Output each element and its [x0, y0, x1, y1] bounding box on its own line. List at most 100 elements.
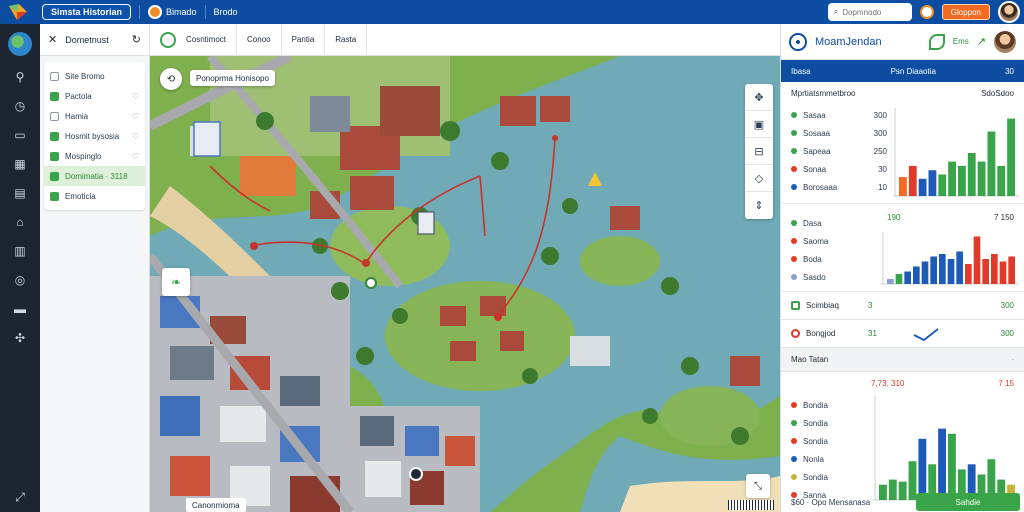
building-icon[interactable]: ⌂ — [0, 207, 40, 236]
layer-item[interactable]: Site Bromo — [44, 66, 145, 86]
recenter-icon[interactable]: ⟲ — [160, 68, 182, 90]
panel-title: MoamJendan — [815, 35, 882, 48]
map-tab[interactable]: Rasta — [325, 23, 368, 56]
legend-item[interactable]: Sosaaa 300 — [791, 124, 887, 142]
chart-bar — [918, 178, 927, 196]
layer-checkbox[interactable] — [50, 151, 59, 161]
refresh-icon[interactable]: ↻ — [132, 33, 141, 46]
layer-checkbox[interactable] — [50, 191, 59, 201]
target-icon — [789, 32, 807, 51]
layer-checkbox[interactable] — [50, 91, 59, 101]
map-canvas[interactable]: ⟲ Ponoprma Honisopo ❧ ✥ ▣ ⊟ ◇ ⇕ Canonmio… — [150, 56, 780, 512]
heart-icon[interactable]: ♡ — [132, 92, 139, 101]
legend-item[interactable]: Sasaa 300 — [791, 106, 887, 124]
report-icon[interactable]: ▤ — [0, 178, 40, 207]
app-logo-icon[interactable] — [0, 0, 36, 24]
chart-icon[interactable]: ▥ — [0, 236, 40, 265]
tag-icon[interactable]: ◇ — [745, 165, 773, 192]
legend-list: Sasaa 300 Sosaaa 300 Sapeaa 250 Sonaa 30 Bor… — [791, 106, 887, 196]
layer-label: Mospinglo — [65, 151, 102, 161]
kpi-row[interactable]: Bongjod 31 300 — [781, 320, 1024, 348]
header-divider — [204, 5, 206, 19]
chart-bar — [930, 256, 937, 284]
strip-label: Mao Tatan — [791, 355, 829, 364]
refresh-circle-icon[interactable] — [160, 31, 176, 48]
panel-avatar[interactable] — [994, 30, 1016, 53]
arrow-icon[interactable]: ↗ — [977, 35, 986, 48]
layer-item[interactable]: Pactola ♡ — [44, 86, 145, 106]
folder-icon[interactable]: ▬ — [0, 294, 40, 323]
footer-action-button[interactable]: Sahdie — [916, 493, 1020, 511]
app-title[interactable]: Simsta Historian — [42, 4, 132, 20]
network-icon[interactable]: ✣ — [0, 323, 40, 352]
layer-checkbox[interactable] — [50, 131, 59, 141]
chart-bar — [948, 161, 956, 196]
clock-icon[interactable]: ◷ — [0, 91, 40, 120]
chart-bar — [948, 433, 956, 500]
heart-icon[interactable]: ♡ — [132, 152, 139, 161]
section-value-b: 7 150 — [993, 212, 1014, 222]
section-strip[interactable]: Mao Tatan · — [781, 348, 1024, 372]
globe-icon[interactable] — [8, 32, 32, 56]
header-action-button[interactable]: Gloppon — [941, 4, 990, 20]
collapse-icon[interactable]: ⤢ — [0, 483, 40, 512]
legend-item[interactable]: Boda — [791, 250, 887, 268]
legend-item[interactable]: Sasdo — [791, 268, 887, 286]
search-input[interactable] — [842, 7, 899, 17]
layer-checkbox[interactable] — [50, 171, 59, 181]
layer-checkbox[interactable] — [50, 71, 59, 81]
eye-icon[interactable]: ◎ — [0, 265, 40, 294]
map-callout[interactable]: Ponoprma Honisopo — [190, 70, 275, 86]
footer-text: $60 · Opo Mensanasa — [791, 497, 871, 507]
ruler-icon[interactable]: ▭ — [0, 120, 40, 149]
legend-label: Sapeaa — [803, 146, 831, 156]
bar-chart-3 — [873, 396, 1019, 501]
layer-item[interactable]: Emoticia — [44, 186, 145, 206]
section-value-a: 7,73, 310 — [871, 378, 905, 388]
user-avatar[interactable] — [998, 1, 1020, 23]
layer-item-active[interactable]: Domimatia · 3118 — [44, 166, 145, 186]
chart-bar — [977, 161, 986, 196]
layer-item[interactable]: Hamia ♡ — [44, 106, 145, 126]
map-tab[interactable]: Cosntimoct — [176, 23, 238, 56]
legend-item[interactable]: Sapeaa 250 — [791, 142, 887, 160]
header-divider — [139, 5, 141, 19]
legend-item[interactable]: Borosaaa 10 — [791, 178, 887, 196]
move-icon[interactable]: ✥ — [745, 84, 773, 111]
legend-item[interactable]: Dasa — [791, 214, 887, 232]
layer-item[interactable]: Hosmit bysosia ♡ — [44, 126, 145, 146]
chart-bar — [913, 266, 920, 284]
chart-bar — [939, 254, 946, 284]
map-tab[interactable]: Pantia — [282, 23, 326, 56]
heart-icon[interactable]: ♡ — [132, 132, 139, 141]
leaf-icon[interactable]: ❧ — [162, 268, 190, 296]
leaf-icon[interactable] — [928, 33, 945, 50]
layer-square-icon[interactable]: ▣ — [745, 111, 773, 138]
layer-checkbox[interactable] — [50, 111, 59, 121]
header-link-bimado[interactable]: Bimado — [148, 5, 197, 19]
map-tab[interactable]: Conoo — [237, 23, 282, 56]
route-icon[interactable]: ⚲ — [0, 62, 40, 91]
section-value-b: 7 15 — [998, 378, 1014, 388]
legend-item[interactable]: Sonaa 30 — [791, 160, 887, 178]
close-icon[interactable]: ✕ — [48, 33, 57, 46]
grid-icon[interactable]: ▦ — [0, 149, 40, 178]
fullscreen-icon[interactable]: ⤡ — [746, 474, 770, 498]
minus-box-icon[interactable]: ⊟ — [745, 138, 773, 165]
pan-icon[interactable]: ⇕ — [745, 192, 773, 219]
kpi-value-b: 300 — [1000, 301, 1014, 310]
layer-label: Emoticia — [65, 191, 96, 201]
kpi-row[interactable]: Scimbiaq 3 300 — [781, 292, 1024, 320]
map-tools: ✥ ▣ ⊟ ◇ ⇕ — [745, 84, 773, 219]
layer-item[interactable]: Mospinglo ♡ — [44, 146, 145, 166]
header-link-label: Brodo — [213, 7, 238, 17]
heart-icon[interactable]: ♡ — [132, 112, 139, 121]
bar-chart-1 — [893, 108, 1019, 197]
kpi-square-icon — [791, 301, 800, 310]
chart-bar — [997, 165, 1006, 196]
notification-icon[interactable] — [919, 5, 934, 19]
header-link-brodo[interactable]: Brodo — [214, 7, 238, 17]
legend-item[interactable]: Saoma — [791, 232, 887, 250]
header-search[interactable]: ⌕ — [827, 3, 912, 21]
location-icon — [148, 5, 163, 19]
